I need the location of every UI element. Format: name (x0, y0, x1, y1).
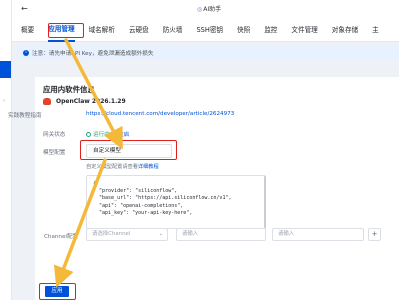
tab-dns[interactable]: 域名解析 (89, 18, 115, 42)
restart-link[interactable]: 重启 (118, 130, 129, 138)
ai-assistant-label: AI助手 (203, 6, 222, 13)
doc-label: 实践教程指南 (8, 113, 42, 119)
channel-label: Channel配置 (44, 234, 79, 240)
channel-select-placeholder: 请选择Channel (92, 231, 131, 237)
tab-overview[interactable]: 概要 (21, 18, 34, 42)
app-version-row: OpenClaw 2026.1.29 (43, 98, 126, 105)
panel-title: 应用内软件信息 (43, 85, 95, 94)
hint-text: 自定义模型配置请查看 (86, 164, 138, 170)
doc-link[interactable]: https://cloud.tencent.com/developer/arti… (86, 111, 234, 117)
notice-banner: i 注意：请先申请API Key，避免泄漏造成额外损失 (17, 45, 399, 60)
plus-icon[interactable]: + (368, 228, 381, 241)
ai-spark-icon: ◎ (197, 6, 203, 13)
config-scrollbar[interactable] (264, 176, 266, 228)
model-config-textarea[interactable]: { "provider": "siliconflow", "base_url":… (86, 175, 266, 229)
tab-object-storage[interactable]: 对象存储 (332, 18, 358, 42)
tutorial-link[interactable]: 详细教程 (138, 164, 159, 170)
ai-assistant-button[interactable]: ◎AI助手 (197, 4, 221, 13)
app-name: OpenClaw 2026.1.29 (56, 98, 126, 105)
annotation-box-tab (48, 23, 84, 38)
left-nav-strip: › (0, 0, 12, 300)
status-dot-icon (86, 132, 91, 137)
chevron-down-icon: ⌄ (158, 231, 163, 237)
channel-input-1[interactable]: 请输入 (176, 228, 266, 241)
channel-input-2-placeholder: 请输入 (278, 231, 295, 237)
model-label: 模型配置 (43, 150, 66, 156)
channel-input-2[interactable]: 请输入 (272, 228, 364, 241)
tab-cloud-disk[interactable]: 云硬盘 (129, 18, 149, 42)
gateway-label: 网关状态 (43, 132, 66, 138)
info-icon: i (23, 49, 29, 56)
annotation-box-apply (39, 283, 76, 300)
channel-select[interactable]: 请选择Channel ⌄ (86, 228, 168, 241)
tab-file-management[interactable]: 文件管理 (291, 18, 317, 42)
gateway-status-text: 运行中 (93, 132, 110, 138)
tab-monitoring[interactable]: 监控 (264, 18, 277, 42)
model-hint: 自定义模型配置请查看详细教程 (86, 163, 159, 170)
openclaw-logo-icon (43, 98, 51, 105)
left-nav-indicator: › (3, 98, 5, 104)
notice-text: 注意：请先申请API Key，避免泄漏造成额外损失 (32, 50, 154, 57)
gateway-status: 运行中 (86, 130, 110, 138)
tab-more[interactable]: 主 (372, 18, 379, 42)
left-nav-active-item[interactable] (0, 61, 11, 78)
annotation-box-model (80, 140, 177, 160)
arrow-left-icon[interactable]: ← (21, 4, 28, 13)
tab-ssh-keys[interactable]: SSH密钥 (197, 18, 224, 42)
tab-snapshots[interactable]: 快照 (237, 18, 250, 42)
tab-firewall[interactable]: 防火墙 (163, 18, 183, 42)
channel-input-1-placeholder: 请输入 (182, 231, 199, 237)
